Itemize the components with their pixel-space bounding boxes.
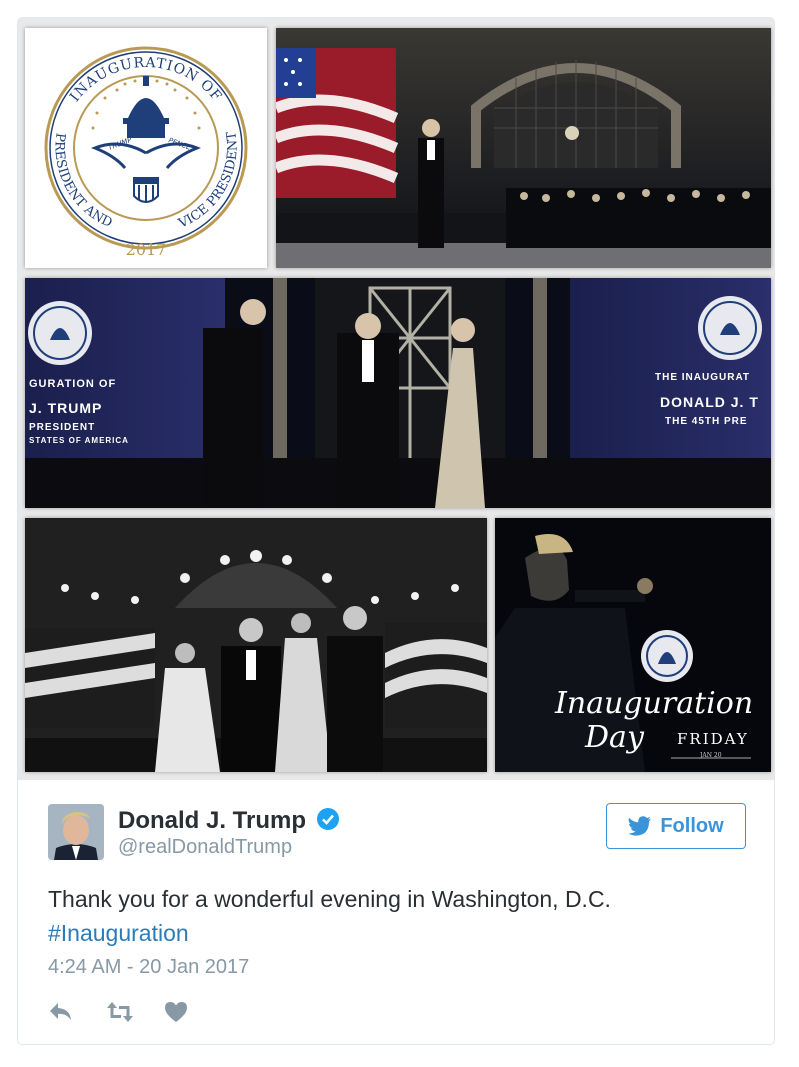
twitter-bird-icon — [628, 816, 652, 836]
group-scene — [25, 518, 487, 772]
group-stage-photo[interactable] — [25, 518, 487, 772]
reply-icon — [50, 1003, 71, 1020]
seal-graphic: INAUGURATION OF PRESIDENT AND VICE PRESI… — [44, 46, 248, 259]
seal-year: 2017 — [126, 240, 167, 259]
tweet-card: INAUGURATION OF PRESIDENT AND VICE PRESI… — [17, 17, 775, 1045]
like-icon — [165, 1002, 187, 1022]
seal-ribbon-right: PENCE — [167, 136, 192, 152]
banner-left-line1: GURATION OF — [29, 378, 117, 390]
reply-button[interactable] — [48, 998, 106, 1026]
banner-right-line1: THE INAUGURAT — [655, 372, 751, 383]
banner-right-line2: DONALD J. T — [660, 394, 759, 410]
promo-day: FRIDAY — [677, 730, 749, 748]
shield-icon — [133, 177, 159, 203]
inauguration-day-promo[interactable]: Inauguration Day FRIDAY JAN 20 — [495, 518, 771, 772]
inauguration-seal-photo[interactable]: INAUGURATION OF PRESIDENT AND VICE PRESI… — [25, 28, 267, 268]
figure-left — [203, 299, 266, 508]
promo-script-line1: Inauguration — [555, 686, 754, 721]
tweet-timestamp[interactable]: 4:24 AM - 20 Jan 2017 — [48, 956, 249, 979]
handshake-stage-photo[interactable]: GURATION OF J. TRUMP PRESIDENT STATES OF… — [25, 278, 771, 508]
capitol-dome-icon — [123, 76, 169, 138]
like-button[interactable] — [164, 998, 222, 1026]
follow-button[interactable]: Follow — [606, 803, 746, 849]
stage-flag-photo[interactable] — [276, 28, 771, 268]
banner-left-line3: PRESIDENT — [29, 422, 96, 433]
avatar[interactable] — [48, 804, 104, 860]
figure-center — [337, 313, 399, 508]
promo-date: JAN 20 — [700, 752, 722, 759]
stage-scene — [276, 28, 771, 268]
promo-script-line2: Day — [585, 720, 644, 755]
hashtag-link[interactable]: #Inauguration — [48, 920, 189, 946]
verified-badge-icon — [317, 808, 339, 830]
author-handle[interactable]: @realDonaldTrump — [118, 836, 292, 859]
media-collage[interactable]: INAUGURATION OF PRESIDENT AND VICE PRESI… — [18, 18, 774, 780]
banner-left-line4: STATES OF AMERICA — [29, 436, 129, 445]
banner-right-line3: THE 45TH PRE — [665, 416, 748, 427]
tweet-text: Thank you for a wonderful evening in Was… — [48, 882, 748, 950]
tweet-body: Thank you for a wonderful evening in Was… — [48, 886, 611, 912]
retweet-icon — [107, 1002, 133, 1022]
follow-button-label: Follow — [660, 814, 724, 837]
handshake-scene — [25, 278, 771, 508]
author-name[interactable]: Donald J. Trump — [118, 807, 306, 835]
tweet-actions — [48, 998, 222, 1026]
banner-left-line2: J. TRUMP — [29, 400, 103, 416]
seal-ribbon-left: TRUMP — [107, 136, 134, 152]
retweet-button[interactable] — [106, 998, 164, 1026]
speaker-figure — [418, 119, 444, 248]
